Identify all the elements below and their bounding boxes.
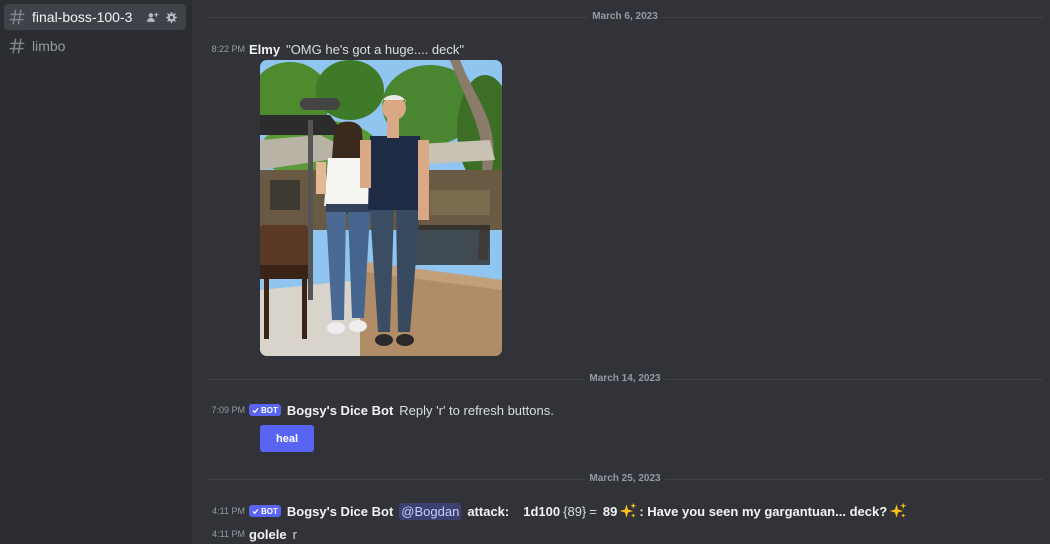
message: 7:09 PM BOT Bogsy's Dice Bot Reply 'r' t… (193, 401, 1050, 419)
heal-button[interactable]: heal (260, 425, 314, 452)
add-user-icon[interactable] (146, 11, 159, 24)
bot-badge-label: BOT (261, 506, 278, 516)
chat-area: March 6, 2023 8:22 PM Elmy "OMG he's got… (193, 0, 1050, 544)
message-content: r (292, 526, 297, 542)
bot-badge-label: BOT (261, 405, 278, 415)
message-timestamp: 8:22 PM (211, 44, 245, 54)
bot-badge: BOT (249, 505, 281, 517)
channel-limbo[interactable]: limbo (4, 33, 186, 59)
message-timestamp: 7:09 PM (211, 405, 245, 415)
gear-icon[interactable] (165, 11, 178, 24)
roll-detail: {89} (563, 503, 587, 519)
sparkles-emoji (889, 502, 907, 518)
roll-flavor-text: : Have you seen my gargantuan... deck? (639, 503, 888, 519)
message-author[interactable]: Elmy (249, 42, 280, 57)
message-content: Reply 'r' to refresh buttons. (399, 402, 554, 418)
message-image[interactable] (260, 60, 502, 356)
message: 4:11 PM golele r (193, 525, 1050, 543)
roll-equals: = (589, 503, 597, 519)
roll-expression: 1d100 (523, 503, 561, 519)
user-mention[interactable]: @Bogdan (399, 502, 462, 520)
check-icon (252, 508, 259, 514)
date-divider: March 6, 2023 (207, 11, 1043, 23)
message: 8:22 PM Elmy "OMG he's got a huge.... de… (193, 40, 1050, 58)
photo-graphic (260, 60, 502, 356)
hash-icon (9, 9, 25, 25)
date-divider: March 25, 2023 (207, 473, 1043, 485)
message-author[interactable]: golele (249, 527, 287, 542)
channel-final-boss-100-3[interactable]: final-boss-100-3 (4, 4, 186, 30)
attack-label: attack: (467, 503, 510, 519)
message-timestamp: 4:11 PM (212, 529, 245, 539)
message-content: "OMG he's got a huge.... deck" (286, 41, 464, 57)
channel-sidebar: final-boss-100-3 limbo (0, 0, 192, 544)
message-timestamp: 4:11 PM (212, 506, 245, 516)
date-divider: March 14, 2023 (207, 373, 1043, 385)
channel-name: limbo (32, 38, 66, 54)
channel-name: final-boss-100-3 (32, 9, 133, 25)
sparkles-emoji (620, 502, 637, 518)
message: 4:11 PM BOT Bogsy's Dice Bot @Bogdan att… (193, 502, 1050, 520)
date-divider-label: March 14, 2023 (585, 373, 665, 385)
date-divider-label: March 25, 2023 (585, 473, 665, 485)
date-divider-label: March 6, 2023 (588, 11, 662, 23)
check-icon (252, 407, 259, 413)
bot-badge: BOT (249, 404, 281, 416)
message-author[interactable]: Bogsy's Dice Bot (287, 504, 393, 519)
hash-icon (9, 38, 25, 54)
roll-result: 89 (602, 503, 618, 519)
message-author[interactable]: Bogsy's Dice Bot (287, 403, 393, 418)
